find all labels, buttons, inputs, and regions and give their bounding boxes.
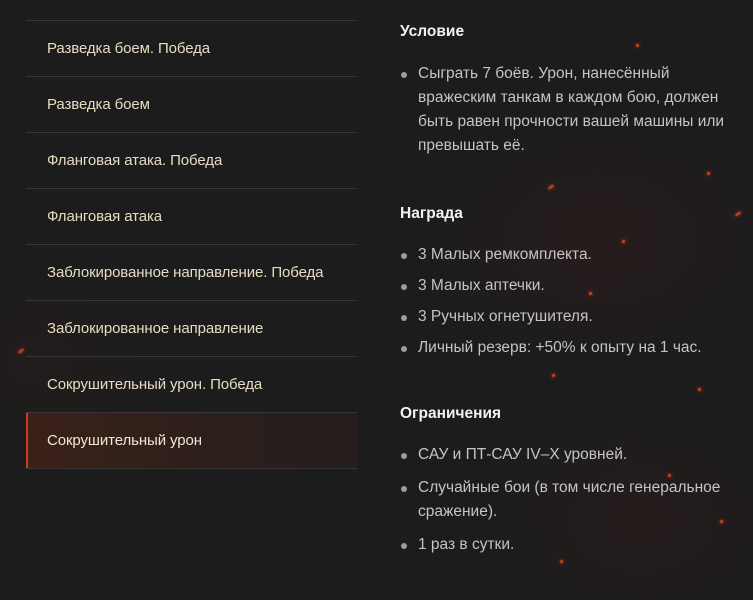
reward-section: Награда 3 Малых ремкомплекта. 3 Малых ап… — [400, 204, 740, 360]
mission-menu: Разведка боем. Победа Разведка боем Флан… — [26, 20, 357, 469]
menu-item-label: Фланговая атака — [47, 208, 162, 225]
ember-spark — [560, 560, 563, 563]
reward-list: 3 Малых ремкомплекта. 3 Малых аптечки. 3… — [400, 243, 740, 360]
menu-item-crushing-damage-victory[interactable]: Сокрушительный урон. Победа — [26, 357, 357, 413]
ember-spark — [17, 348, 25, 354]
restrictions-title: Ограничения — [400, 405, 502, 422]
restrictions-list: САУ и ПТ-САУ IV–X уровней. Случайные бои… — [400, 443, 740, 557]
reward-item: 3 Малых аптечки. — [400, 274, 740, 298]
menu-item-label: Сокрушительный урон. Победа — [47, 376, 263, 393]
condition-title: Условие — [400, 23, 465, 40]
reward-item: 3 Ручных огнетушителя. — [400, 305, 740, 329]
mission-details: Условие Сыграть 7 боёв. Урон, нанесённый… — [400, 22, 740, 557]
menu-item-crushing-damage[interactable]: Сокрушительный урон — [26, 413, 357, 469]
menu-item-recon[interactable]: Разведка боем — [26, 77, 357, 133]
reward-title: Награда — [400, 205, 463, 222]
condition-section: Условие Сыграть 7 боёв. Урон, нанесённый… — [400, 22, 740, 158]
menu-item-label: Заблокированное направление. Победа — [47, 264, 324, 281]
menu-item-label: Разведка боем. Победа — [47, 40, 211, 57]
menu-item-flank[interactable]: Фланговая атака — [26, 189, 357, 245]
restrictions-section: Ограничения САУ и ПТ-САУ IV–X уровней. С… — [400, 404, 740, 557]
menu-item-label: Заблокированное направление — [47, 320, 264, 337]
menu-item-label: Фланговая атака. Победа — [47, 152, 223, 169]
restriction-item: САУ и ПТ-САУ IV–X уровней. — [400, 443, 740, 467]
menu-item-blocked[interactable]: Заблокированное направление — [26, 301, 357, 357]
condition-list: Сыграть 7 боёв. Урон, нанесённый вражеск… — [400, 62, 740, 158]
reward-item: Личный резерв: +50% к опыту на 1 час. — [400, 336, 740, 360]
restriction-item: Случайные бои (в том числе генеральное с… — [400, 476, 740, 524]
menu-item-label: Сокрушительный урон — [47, 432, 202, 449]
reward-item: 3 Малых ремкомплекта. — [400, 243, 740, 267]
menu-item-flank-victory[interactable]: Фланговая атака. Победа — [26, 133, 357, 189]
menu-item-label: Разведка боем — [47, 96, 150, 113]
menu-item-recon-victory[interactable]: Разведка боем. Победа — [26, 21, 357, 77]
menu-item-blocked-victory[interactable]: Заблокированное направление. Победа — [26, 245, 357, 301]
restriction-item: 1 раз в сутки. — [400, 533, 740, 557]
condition-item: Сыграть 7 боёв. Урон, нанесённый вражеск… — [400, 62, 740, 158]
